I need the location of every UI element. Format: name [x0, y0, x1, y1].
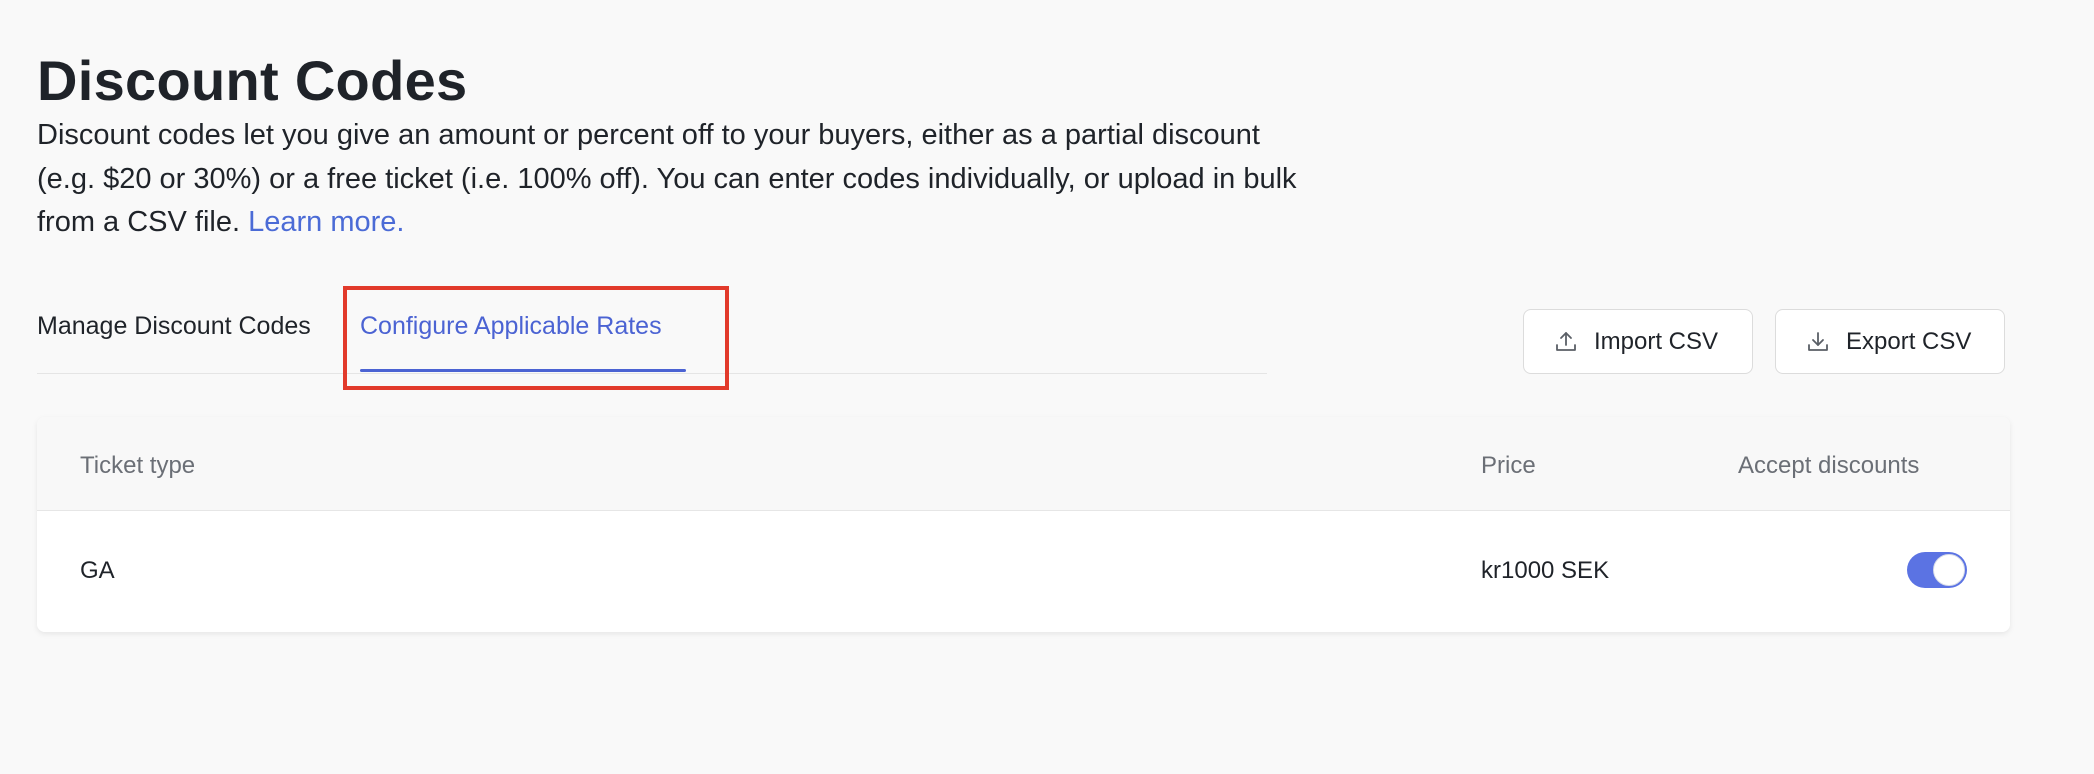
export-csv-button[interactable]: Export CSV: [1775, 309, 2005, 374]
import-csv-button[interactable]: Import CSV: [1523, 309, 1753, 374]
table-header: Ticket type Price Accept discounts: [37, 417, 2010, 511]
download-icon: [1808, 331, 1828, 351]
page-title: Discount Codes: [37, 49, 468, 112]
description-text: Discount codes let you give an amount or…: [37, 119, 1297, 238]
table-row: GA kr1000 SEK: [37, 512, 2010, 632]
cell-price: kr1000 SEK: [1481, 557, 1610, 584]
page: Discount Codes Discount codes let you gi…: [0, 0, 2094, 774]
cell-ticket-type: GA: [80, 557, 115, 584]
column-header-price: Price: [1481, 452, 1536, 479]
highlight-box: [343, 286, 729, 390]
page-description: Discount codes let you give an amount or…: [37, 114, 1297, 245]
upload-icon: [1556, 331, 1576, 351]
export-csv-label: Export CSV: [1846, 327, 1972, 355]
rates-table: Ticket type Price Accept discounts GA kr…: [37, 417, 2010, 632]
accept-discounts-toggle[interactable]: [1907, 552, 1967, 588]
learn-more-link[interactable]: Learn more.: [248, 206, 404, 238]
import-csv-label: Import CSV: [1594, 327, 1719, 355]
tab-manage-discount-codes[interactable]: Manage Discount Codes: [37, 312, 311, 341]
column-header-ticket-type: Ticket type: [80, 452, 196, 479]
toggle-knob: [1933, 554, 1965, 586]
column-header-accept-discounts: Accept discounts: [1738, 452, 1920, 479]
